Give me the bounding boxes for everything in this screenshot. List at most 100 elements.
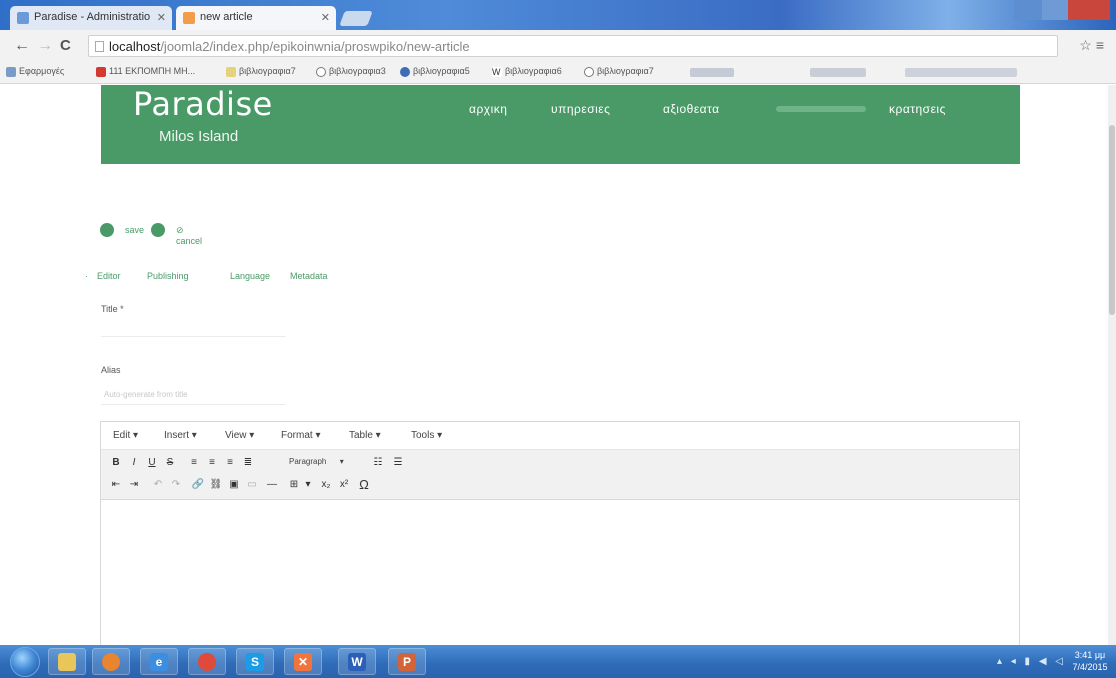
strikethrough-button[interactable]: S	[163, 456, 177, 470]
bookmark-vivliografia5[interactable]: βιβλιογραφια5	[400, 66, 470, 77]
clock-date: 7/4/2015	[1072, 662, 1108, 672]
close-tab-icon[interactable]: ✕	[157, 11, 166, 24]
globe-icon	[584, 67, 594, 77]
bookmark-blurred[interactable]	[690, 68, 734, 77]
cancel-button[interactable]: ⊘ cancel	[176, 225, 202, 246]
alias-input[interactable]: Auto-generate from title	[101, 385, 286, 405]
taskbar-media[interactable]	[92, 648, 130, 675]
nav-home[interactable]: αρχικη	[469, 102, 507, 116]
nav-services[interactable]: υπηρεσιες	[551, 102, 610, 116]
xampp-icon: ✕	[294, 653, 312, 671]
back-arrow-icon[interactable]: ←	[14, 37, 30, 55]
bookmark-ekpompi[interactable]: 111 ΕΚΠΟΜΠΗ ΜΗ...	[96, 66, 195, 77]
table-icon[interactable]: ⊞	[287, 478, 301, 492]
close-tab-icon[interactable]: ✕	[321, 11, 330, 24]
link-icon[interactable]: 🔗	[191, 478, 205, 492]
wikipedia-icon: W	[492, 67, 502, 77]
align-center-icon[interactable]: ≡	[205, 456, 219, 470]
page-scrollbar[interactable]	[1108, 85, 1116, 645]
tab-publishing[interactable]: Publishing	[147, 271, 189, 281]
cancel-dot-icon	[151, 223, 165, 237]
editor-content-area[interactable]	[101, 500, 1019, 645]
format-select[interactable]: Paragraph ▾	[289, 457, 344, 466]
bookmark-label: βιβλιογραφια3	[329, 66, 386, 76]
taskbar-chrome[interactable]	[188, 648, 226, 675]
minimize-button[interactable]	[1014, 0, 1042, 20]
menu-insert[interactable]: Insert ▾	[164, 430, 197, 441]
site-brand-title[interactable]: Paradise	[133, 85, 273, 123]
special-character-button[interactable]: Ω	[357, 478, 371, 492]
bullet-list-icon[interactable]: ☷	[371, 456, 385, 470]
new-tab-button[interactable]	[339, 11, 373, 26]
tab-paradise-admin[interactable]: Paradise - Administratio ✕	[10, 6, 172, 30]
table-dropdown-icon[interactable]: ▾	[301, 478, 315, 492]
horizontal-rule-icon[interactable]: —	[265, 478, 279, 492]
numbered-list-icon[interactable]: ☰	[391, 456, 405, 470]
bookmark-apps[interactable]: Εφαρμογές	[6, 66, 64, 77]
taskbar-ie[interactable]: e	[140, 648, 178, 675]
apps-grid-icon	[6, 67, 16, 77]
circle-icon	[400, 67, 410, 77]
forward-arrow-icon[interactable]: →	[37, 37, 53, 55]
menu-format[interactable]: Format ▾	[281, 430, 320, 441]
taskbar-powerpoint[interactable]: P	[388, 648, 426, 675]
bold-button[interactable]: B	[109, 456, 123, 470]
bookmark-vivliografia3[interactable]: βιβλιογραφια3	[316, 66, 386, 77]
tab-new-article[interactable]: new article ✕	[176, 6, 336, 30]
bookmark-vivliografia6[interactable]: Wβιβλιογραφια6	[492, 66, 562, 77]
outdent-icon[interactable]: ⇤	[109, 478, 123, 492]
folder-icon	[58, 653, 76, 671]
nav-item-blurred[interactable]	[776, 106, 866, 112]
page-viewport: Paradise Milos Island αρχικη υπηρεσιες α…	[0, 85, 1108, 645]
unlink-icon[interactable]: ⛓	[209, 478, 223, 492]
maximize-button[interactable]	[1042, 0, 1068, 20]
redo-icon[interactable]: ↷	[169, 478, 183, 492]
subscript-button[interactable]: x₂	[319, 478, 333, 492]
bookmark-vivliografia7a[interactable]: βιβλιογραφια7	[226, 66, 296, 77]
taskbar-skype[interactable]: S	[236, 648, 274, 675]
menu-tools[interactable]: Tools ▾	[411, 430, 442, 441]
undo-icon[interactable]: ↶	[151, 478, 165, 492]
screen: Paradise - Administratio ✕ new article ✕…	[0, 0, 1116, 678]
menu-view[interactable]: View ▾	[225, 430, 254, 441]
page-favicon-icon	[183, 12, 195, 24]
menu-table[interactable]: Table ▾	[349, 430, 381, 441]
align-right-icon[interactable]: ≡	[223, 456, 237, 470]
underline-button[interactable]: U	[145, 456, 159, 470]
site-header: Paradise Milos Island αρχικη υπηρεσιες α…	[101, 85, 1020, 164]
indent-icon[interactable]: ⇥	[127, 478, 141, 492]
taskbar-clock[interactable]: 3:41 μμ 7/4/2015	[1070, 649, 1110, 673]
menu-edit[interactable]: Edit ▾	[113, 430, 138, 441]
image-icon[interactable]: ▣	[227, 478, 241, 492]
editor-menubar: Edit ▾ Insert ▾ View ▾ Format ▾ Table ▾ …	[101, 422, 1019, 450]
tab-metadata[interactable]: Metadata	[290, 271, 328, 281]
align-justify-icon[interactable]: ≣	[241, 456, 255, 470]
scrollbar-thumb[interactable]	[1109, 125, 1115, 315]
title-input[interactable]	[101, 317, 286, 337]
format-select-value: Paragraph	[289, 457, 327, 466]
nav-sights[interactable]: αξιοθεατα	[663, 102, 720, 116]
bookmark-vivliografia7b[interactable]: βιβλιογραφια7	[584, 66, 654, 77]
taskbar-explorer[interactable]	[48, 648, 86, 675]
nav-bookings[interactable]: κρατησεις	[889, 102, 946, 116]
save-button[interactable]: save	[125, 225, 144, 235]
media-player-icon	[102, 653, 120, 671]
url-bar[interactable]: localhost/joomla2/index.php/epikoinwnia/…	[88, 35, 1058, 57]
bookmarks-bar: Εφαρμογές 111 ΕΚΠΟΜΠΗ ΜΗ... βιβλιογραφια…	[0, 62, 1116, 84]
align-left-icon[interactable]: ≡	[187, 456, 201, 470]
system-tray-icons[interactable]: ▴ ◂ ▮ ◀ ◁	[997, 656, 1066, 667]
tab-language[interactable]: Language	[230, 271, 270, 281]
close-window-button[interactable]	[1068, 0, 1110, 20]
superscript-button[interactable]: x²	[337, 478, 351, 492]
reload-icon[interactable]: C	[60, 37, 71, 54]
bookmark-star-icon[interactable]: ☆≡	[1079, 37, 1108, 54]
taskbar-xampp[interactable]: ✕	[284, 648, 322, 675]
bookmark-blurred[interactable]	[905, 68, 1017, 77]
media-icon[interactable]: ▭	[245, 478, 259, 492]
tab-editor[interactable]: Editor	[97, 271, 121, 281]
start-button[interactable]	[10, 647, 40, 677]
taskbar-word[interactable]: W	[338, 648, 376, 675]
bookmark-label: βιβλιογραφια7	[239, 66, 296, 76]
italic-button[interactable]: I	[127, 456, 141, 470]
bookmark-blurred[interactable]	[810, 68, 866, 77]
